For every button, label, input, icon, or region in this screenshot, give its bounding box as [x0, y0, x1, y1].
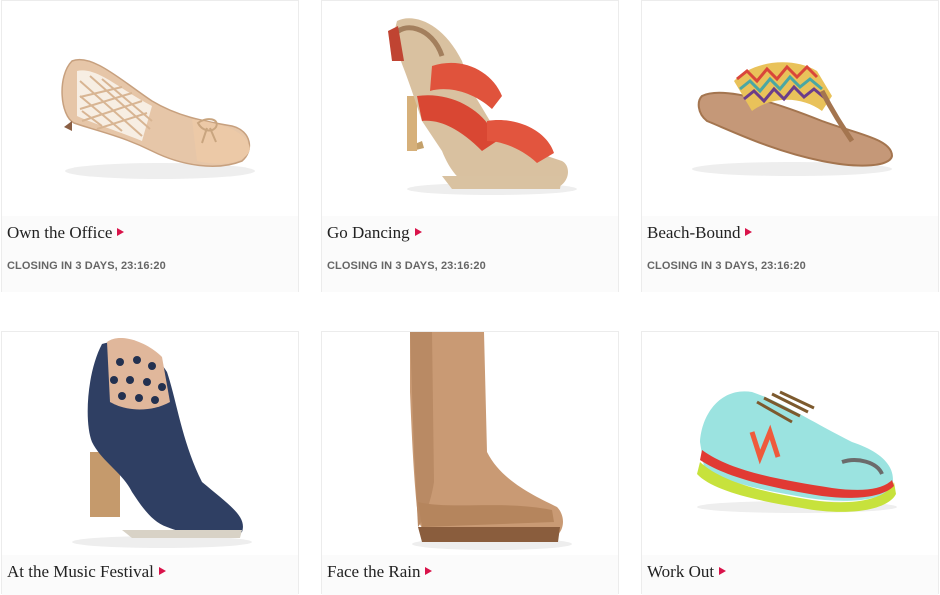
closing-countdown: CLOSING IN 3 DAYS, 23:16:20: [7, 260, 166, 272]
arrow-right-icon[interactable]: [414, 228, 422, 236]
sale-title[interactable]: Own the Office: [7, 222, 112, 244]
sale-card-go-dancing[interactable]: Go Dancing CLOSING IN 3 DAYS, 23:16:20: [321, 0, 619, 292]
sale-card-at-the-music-festival[interactable]: At the Music Festival: [1, 331, 299, 595]
sale-card-face-the-rain[interactable]: Face the Rain: [321, 331, 619, 595]
arrow-right-icon[interactable]: [117, 228, 125, 236]
arrow-right-icon[interactable]: [745, 228, 753, 236]
product-image[interactable]: [642, 332, 938, 555]
product-image[interactable]: [642, 1, 938, 216]
arrow-right-icon[interactable]: [719, 567, 727, 575]
sale-grid: Own the Office CLOSING IN 3 DAYS, 23:16:…: [0, 0, 940, 595]
product-image[interactable]: [2, 332, 298, 555]
sale-card-work-out[interactable]: Work Out: [641, 331, 939, 595]
closing-countdown: CLOSING IN 3 DAYS, 23:16:20: [327, 260, 486, 272]
sale-title[interactable]: Beach-Bound: [647, 222, 740, 244]
product-image[interactable]: [322, 332, 618, 555]
arrow-right-icon[interactable]: [425, 567, 433, 575]
sale-title[interactable]: At the Music Festival: [7, 561, 154, 583]
arrow-right-icon[interactable]: [158, 567, 166, 575]
closing-countdown: CLOSING IN 3 DAYS, 23:16:20: [647, 260, 806, 272]
sale-card-own-the-office[interactable]: Own the Office CLOSING IN 3 DAYS, 23:16:…: [1, 0, 299, 292]
product-image[interactable]: [2, 1, 298, 216]
product-image[interactable]: [322, 1, 618, 216]
sale-title[interactable]: Work Out: [647, 561, 714, 583]
sale-title[interactable]: Go Dancing: [327, 222, 410, 244]
sale-card-beach-bound[interactable]: Beach-Bound CLOSING IN 3 DAYS, 23:16:20: [641, 0, 939, 292]
sale-title[interactable]: Face the Rain: [327, 561, 420, 583]
